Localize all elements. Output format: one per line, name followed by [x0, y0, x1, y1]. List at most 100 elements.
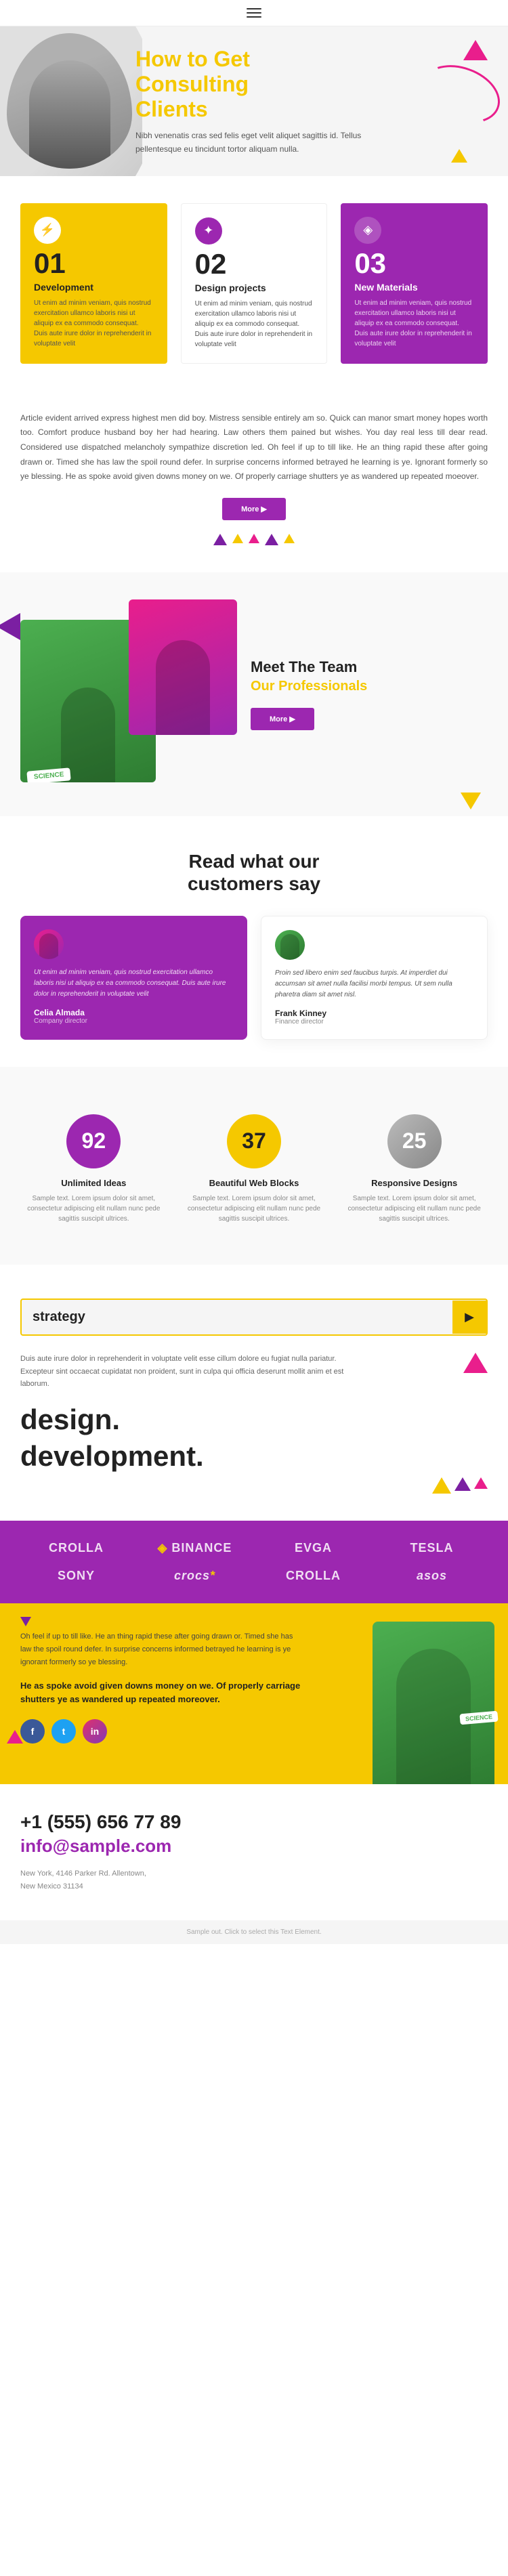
team-person-2-silhouette	[156, 640, 210, 735]
strategy-arrow-button[interactable]: ▶	[452, 1301, 486, 1334]
steps-section: ⚡ 01 Development Ut enim ad minim veniam…	[0, 176, 508, 384]
stats-section: 92 Unlimited Ideas Sample text. Lorem ip…	[0, 1067, 508, 1265]
stat-text-2: Sample text. Lorem ipsum dolor sit amet,…	[188, 1194, 321, 1224]
nav-bar	[0, 0, 508, 26]
hamburger-line-2	[247, 12, 261, 14]
hamburger-line-3	[247, 16, 261, 18]
footer-cta-text: Oh feel if up to till like. He an thing …	[20, 1630, 305, 1668]
strategy-deco-triangle	[463, 1353, 488, 1373]
strategy-description: Duis aute irure dolor in reprehenderit i…	[20, 1353, 359, 1391]
strategy-decos	[20, 1477, 488, 1494]
contact-email[interactable]: info@sample.com	[20, 1836, 488, 1857]
team-deco-triangle-left	[0, 613, 20, 640]
deco-triangle-purple	[213, 534, 227, 545]
stat-circle-3: 25	[387, 1114, 442, 1168]
step-2-number: 02	[195, 250, 314, 278]
step-2-icon: ✦	[195, 217, 222, 245]
step-2-text: Ut enim ad minim veniam, quis nostrud ex…	[195, 299, 314, 350]
step-2-label: Design projects	[195, 282, 314, 293]
hero-curve-decoration	[413, 55, 508, 133]
step-1-label: Development	[34, 282, 154, 293]
team-deco-triangle-bottom	[461, 793, 481, 809]
strategy-input-wrap: ▶	[20, 1298, 488, 1336]
testimonial-2-avatar	[275, 930, 305, 960]
hamburger-line-1	[247, 8, 261, 9]
team-more-button[interactable]: More ▶	[251, 708, 314, 730]
team-layout: SCIENCE Meet The Team Our Professionals …	[20, 599, 488, 789]
step-1-text: Ut enim ad minim veniam, quis nostrud ex…	[34, 298, 154, 349]
testimonial-1-text: Ut enim ad minim veniam, quis nostrud ex…	[34, 967, 234, 1000]
stats-grid: 92 Unlimited Ideas Sample text. Lorem ip…	[20, 1101, 488, 1238]
team-photo-secondary	[129, 599, 237, 735]
step-3-icon: ◈	[354, 217, 381, 244]
stat-circle-2: 37	[227, 1114, 281, 1168]
testimonial-1-avatar	[34, 929, 64, 959]
deco-triangle-purple-2	[265, 534, 278, 545]
facebook-icon[interactable]: f	[20, 1719, 45, 1744]
team-section: SCIENCE Meet The Team Our Professionals …	[0, 572, 508, 816]
testimonial-2-text: Proin sed libero enim sed faucibus turpi…	[275, 968, 473, 1000]
footer-bottom: Sample out. Click to select this Text El…	[0, 1920, 508, 1944]
footer-person-image	[373, 1622, 494, 1784]
strat-tri-2	[454, 1477, 471, 1491]
brand-binance: ◈ BINANCE	[139, 1541, 251, 1555]
stat-label-3: Responsive Designs	[347, 1178, 481, 1188]
stat-circle-1: 92	[66, 1114, 121, 1168]
brand-crolla-1: CROLLA	[20, 1541, 132, 1555]
article-section: Article evident arrived express highest …	[0, 384, 508, 572]
brands-grid: CROLLA ◈ BINANCE EVGA TESLA SONY crocs* …	[20, 1541, 488, 1583]
strategy-deco: ▶	[20, 1298, 488, 1336]
brand-tesla: TESLA	[376, 1541, 488, 1555]
steps-grid: ⚡ 01 Development Ut enim ad minim veniam…	[20, 203, 488, 364]
team-tagline: Our Professionals	[251, 679, 488, 694]
footer-cta-tri-pink	[7, 1730, 23, 1744]
team-info: Meet The Team Our Professionals More ▶	[251, 658, 488, 730]
testimonial-2-avatar-sil	[280, 934, 299, 960]
step-3-number: 03	[354, 249, 474, 278]
deco-triangle-yellow	[232, 534, 243, 543]
step-card-2: ✦ 02 Design projects Ut enim ad minim ve…	[181, 203, 328, 364]
hero-content: How to Get Consulting Clients Nibh venen…	[135, 47, 393, 156]
stat-text-1: Sample text. Lorem ipsum dolor sit amet,…	[27, 1194, 161, 1224]
step-card-3: ◈ 03 New Materials Ut enim ad minim veni…	[341, 203, 488, 364]
strategy-input[interactable]	[22, 1300, 452, 1334]
brand-sony: SONY	[20, 1569, 132, 1583]
hero-section: How to Get Consulting Clients Nibh venen…	[0, 26, 508, 176]
hero-title: How to Get Consulting Clients	[135, 47, 393, 121]
step-1-number: 01	[34, 249, 154, 278]
brands-section: CROLLA ◈ BINANCE EVGA TESLA SONY crocs* …	[0, 1521, 508, 1603]
article-more-button[interactable]: More ▶	[222, 498, 286, 520]
strat-tri-3	[474, 1477, 488, 1489]
brand-evga: EVGA	[257, 1541, 369, 1555]
testimonial-1-name: Celia Almada	[34, 1008, 234, 1017]
footer-cta-bold-text: He as spoke avoid given downs money on w…	[20, 1679, 305, 1706]
instagram-icon[interactable]: in	[83, 1719, 107, 1744]
twitter-icon[interactable]: t	[51, 1719, 76, 1744]
hero-person-silhouette	[29, 60, 110, 169]
testimonials-section: Read what ourcustomers say Ut enim ad mi…	[0, 816, 508, 1067]
article-text: Article evident arrived express highest …	[20, 411, 488, 484]
testimonial-1-role: Company director	[34, 1017, 234, 1025]
step-1-icon: ⚡	[34, 217, 61, 244]
hero-triangle-yellow	[451, 149, 467, 163]
testimonial-card-2: Proin sed libero enim sed faucibus turpi…	[261, 916, 488, 1040]
team-photos: SCIENCE	[20, 599, 237, 789]
team-title: Meet The Team	[251, 658, 488, 676]
strategy-design-text: design.	[20, 1404, 488, 1435]
testimonials-grid: Ut enim ad minim veniam, quis nostrud ex…	[20, 916, 488, 1040]
testimonial-2-name: Frank Kinney	[275, 1009, 473, 1018]
stat-label-2: Beautiful Web Blocks	[188, 1178, 321, 1188]
strategy-development-text: development.	[20, 1441, 488, 1472]
stat-card-1: 92 Unlimited Ideas Sample text. Lorem ip…	[20, 1101, 167, 1238]
strategy-section: ▶ Duis aute irure dolor in reprehenderit…	[0, 1265, 508, 1521]
stat-card-2: 37 Beautiful Web Blocks Sample text. Lor…	[181, 1101, 328, 1238]
testimonial-card-1: Ut enim ad minim veniam, quis nostrud ex…	[20, 916, 247, 1040]
stat-text-3: Sample text. Lorem ipsum dolor sit amet,…	[347, 1194, 481, 1224]
stat-card-3: 25 Responsive Designs Sample text. Lorem…	[341, 1101, 488, 1238]
brand-crolla-2: CROLLA	[257, 1569, 369, 1583]
contact-section: +1 (555) 656 77 89 info@sample.com New Y…	[0, 1784, 508, 1920]
hamburger-button[interactable]	[247, 8, 261, 18]
deco-triangle-yellow-2	[284, 534, 295, 543]
brand-crocs: crocs*	[139, 1569, 251, 1583]
contact-phone: +1 (555) 656 77 89	[20, 1811, 488, 1833]
